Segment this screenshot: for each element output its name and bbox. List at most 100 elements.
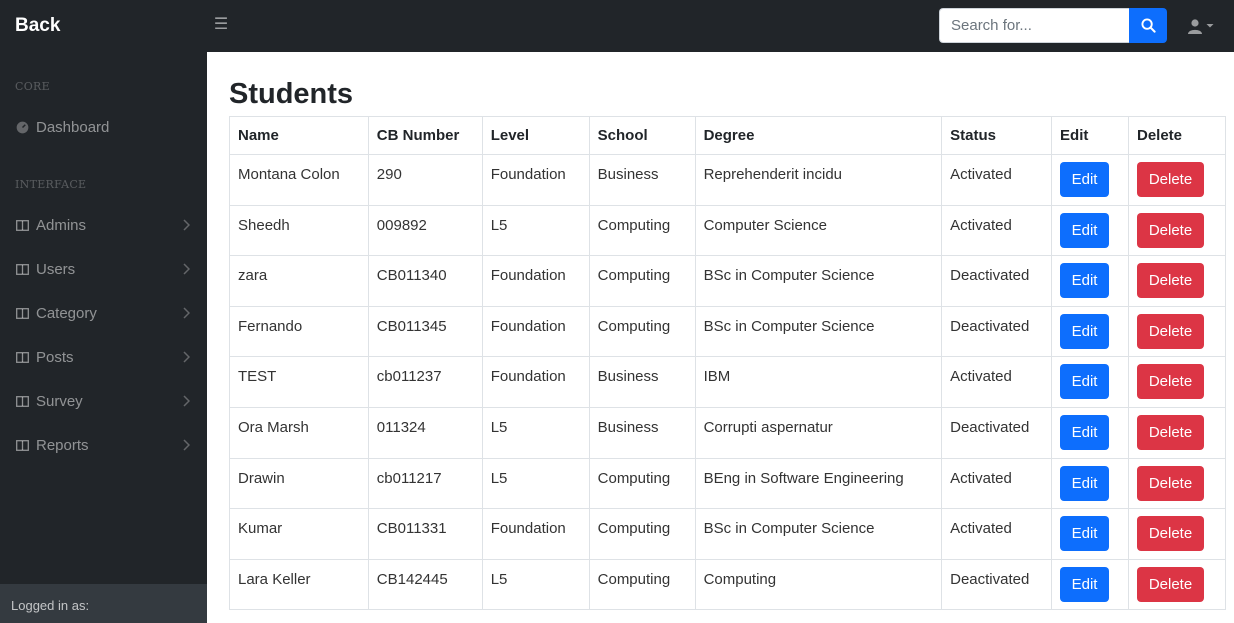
delete-button[interactable]: Delete (1137, 162, 1204, 197)
edit-button[interactable]: Edit (1060, 263, 1110, 299)
column-header: School (588, 116, 696, 155)
delete-button[interactable]: Delete (1137, 465, 1204, 501)
cell-edit: Edit (1051, 457, 1129, 510)
cell-school: Computing (588, 305, 696, 358)
cell-status: Activated (941, 508, 1053, 560)
cell-edit: Edit (1051, 204, 1129, 257)
sidebar-item-label: Reports (36, 436, 89, 454)
brand-link[interactable]: Back (15, 15, 60, 37)
cell-name: zara (229, 255, 369, 307)
cell-cb: CB011345 (367, 305, 483, 358)
edit-button[interactable]: Edit (1060, 212, 1110, 248)
columns-icon (15, 394, 29, 408)
edit-button[interactable]: Edit (1060, 414, 1110, 450)
cell-status: Deactivated (941, 255, 1053, 307)
delete-button[interactable]: Delete (1137, 364, 1204, 400)
edit-button[interactable]: Edit (1060, 566, 1110, 602)
delete-button[interactable]: Delete (1137, 414, 1204, 450)
delete-button[interactable]: Delete (1137, 566, 1204, 602)
cell-school: Computing (588, 508, 696, 560)
cell-degree: BSc in Computer Science (694, 508, 943, 560)
cell-cb: cb011217 (367, 457, 483, 510)
sidebar-item-label: Users (36, 260, 76, 278)
sidebar-item-label: Category (36, 304, 97, 322)
delete-button[interactable]: Delete (1137, 516, 1204, 552)
sidebar-footer: Logged in as: (0, 584, 207, 623)
delete-button[interactable]: Delete (1137, 263, 1204, 299)
sidebar: CORE Dashboard INTERFACE Admins Users Ca… (0, 52, 207, 623)
cell-cb: 009892 (367, 204, 483, 257)
table-row: Sheedh 009892 L5 Computing Computer Science A… (229, 204, 1226, 257)
cell-delete: Delete (1128, 305, 1226, 358)
cell-name: Drawin (229, 457, 369, 510)
chevron-right-icon (183, 219, 190, 231)
cell-edit: Edit (1051, 406, 1129, 459)
sidebar-item-category[interactable]: Category (15, 300, 193, 326)
sidebar-item-reports[interactable]: Reports (15, 432, 193, 458)
edit-button[interactable]: Edit (1060, 465, 1110, 501)
user-dropdown-toggle[interactable] (1188, 17, 1220, 35)
search-button[interactable] (1129, 8, 1167, 43)
sidebar-item-users[interactable]: Users (15, 256, 193, 282)
cell-level: L5 (481, 558, 590, 611)
page-title: Students (229, 78, 354, 110)
edit-button[interactable]: Edit (1060, 162, 1110, 197)
cell-delete: Delete (1128, 204, 1226, 257)
cell-delete: Delete (1128, 356, 1226, 408)
cell-degree: Reprehenderit incidu (694, 154, 943, 206)
cell-level: L5 (481, 204, 590, 257)
cell-delete: Delete (1128, 457, 1226, 510)
edit-button[interactable]: Edit (1060, 313, 1110, 349)
sidebar-item-posts[interactable]: Posts (15, 344, 193, 370)
sidebar-item-admins[interactable]: Admins (15, 212, 193, 238)
sidebar-toggle-button[interactable]: ☰ (212, 15, 230, 35)
chevron-right-icon (183, 395, 190, 407)
cell-status: Deactivated (941, 406, 1053, 459)
edit-button[interactable]: Edit (1060, 516, 1110, 552)
cell-status: Activated (941, 356, 1053, 408)
cell-cb: CB142445 (367, 558, 483, 611)
cell-degree: IBM (694, 356, 943, 408)
cell-name: Ora Marsh (229, 406, 369, 459)
table-row: TEST cb011237 Foundation Business IBM Activat… (229, 356, 1226, 408)
cell-edit: Edit (1051, 558, 1129, 611)
sidebar-item-label: Survey (36, 392, 83, 410)
search-input[interactable] (939, 8, 1129, 43)
column-header: Degree (694, 116, 943, 155)
table-row: zara CB011340 Foundation Computing BSc in Co… (229, 255, 1226, 307)
cell-school: Computing (588, 204, 696, 257)
main-content: Students Name CB Number Level School Deg… (207, 52, 1234, 623)
sidebar-item-survey[interactable]: Survey (15, 388, 193, 414)
tachometer-icon (15, 120, 29, 134)
search-icon (1140, 18, 1156, 33)
cell-school: Business (588, 356, 696, 408)
cell-status: Deactivated (941, 305, 1053, 358)
cell-status: Activated (941, 457, 1053, 510)
cell-edit: Edit (1051, 356, 1129, 408)
cell-name: Lara Keller (229, 558, 369, 611)
students-table: Name CB Number Level School Degree Statu… (229, 116, 1226, 611)
sidebar-item-dashboard[interactable]: Dashboard (15, 114, 193, 140)
delete-button[interactable]: Delete (1137, 212, 1204, 248)
cell-school: Computing (588, 457, 696, 510)
column-header: Delete (1128, 116, 1226, 155)
chevron-right-icon (183, 263, 190, 275)
cell-status: Activated (941, 154, 1053, 206)
cell-degree: BEng in Software Engineering (694, 457, 943, 510)
top-navbar: Back ☰ (0, 0, 1234, 52)
user-icon (1188, 18, 1202, 34)
cell-degree: Computing (694, 558, 943, 611)
cell-cb: cb011237 (367, 356, 483, 408)
chevron-right-icon (183, 307, 190, 319)
cell-name: Sheedh (229, 204, 369, 257)
edit-button[interactable]: Edit (1060, 364, 1110, 400)
cell-delete: Delete (1128, 558, 1226, 611)
sidebar-item-label: Dashboard (36, 118, 110, 136)
delete-button[interactable]: Delete (1137, 313, 1204, 349)
cell-cb: 011324 (367, 406, 483, 459)
cell-edit: Edit (1051, 154, 1129, 206)
cell-level: Foundation (481, 154, 590, 206)
cell-name: TEST (229, 356, 369, 408)
cell-edit: Edit (1051, 305, 1129, 358)
cell-school: Business (588, 406, 696, 459)
